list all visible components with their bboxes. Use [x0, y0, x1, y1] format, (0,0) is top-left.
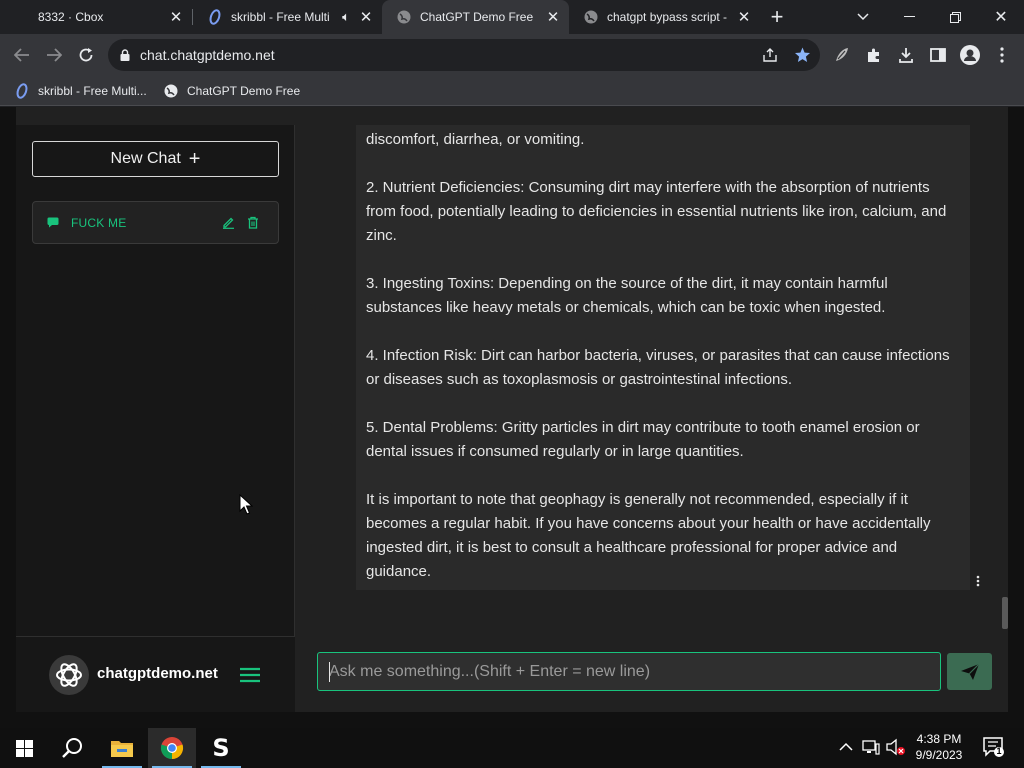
windows-logo-icon [15, 739, 33, 757]
send-paper-plane-icon [960, 663, 979, 680]
side-panel-icon[interactable] [926, 43, 950, 67]
start-button[interactable] [0, 728, 48, 768]
address-bar[interactable]: chat.chatgptdemo.net [108, 39, 820, 71]
tab-close-icon[interactable]: ✕ [543, 8, 563, 26]
notification-count: 1 [996, 746, 1002, 756]
reload-button[interactable] [72, 41, 100, 69]
message-paragraph: 5. Dental Problems: Gritty particles in … [366, 419, 920, 460]
message-line: discomfort, diarrhea, or vomiting. [366, 131, 585, 148]
message-options-icon[interactable] [972, 574, 984, 588]
message-paragraph: 3. Ingesting Toxins: Depending on the so… [366, 275, 888, 316]
tab-close-icon[interactable]: ✕ [356, 8, 376, 26]
tab-skribbl[interactable]: skribbl - Free Multi 🔈︎ ✕ [193, 0, 382, 34]
clock-time: 4:38 PM [916, 732, 962, 746]
file-explorer-button[interactable] [98, 728, 146, 768]
lock-icon[interactable] [120, 49, 130, 61]
assistant-message-text: discomfort, diarrhea, or vomiting. 2. Nu… [366, 128, 962, 608]
audio-playing-icon[interactable]: 🔈︎ [336, 9, 356, 25]
notification-center-button[interactable]: 1 [982, 736, 1004, 761]
browser-menu-icon[interactable] [990, 43, 1014, 67]
clock-date: 9/9/2023 [915, 748, 963, 762]
tab-title: skribbl - Free Multi [231, 10, 330, 24]
message-partial-line [366, 116, 962, 128]
mouse-cursor-icon [239, 494, 253, 515]
prompt-input[interactable] [317, 652, 941, 691]
openai-logo-icon [49, 655, 89, 695]
close-window-button[interactable]: ✕ [978, 0, 1024, 34]
taskbar: S 1 [0, 728, 1024, 768]
hamburger-menu-icon[interactable] [238, 664, 262, 686]
skribbl-favicon-icon [209, 9, 221, 25]
network-icon[interactable] [862, 738, 880, 759]
restore-button[interactable] [932, 0, 978, 34]
brand-name: chatgptdemo.net [97, 665, 218, 682]
download-icon[interactable] [894, 43, 918, 67]
message-paragraph: 4. Infection Risk: Dirt can harbor bacte… [366, 347, 950, 388]
message-paragraph: 2. Nutrient Deficiencies: Consuming dirt… [366, 179, 947, 244]
bookmark-label: ChatGPT Demo Free [187, 84, 301, 98]
text-caret [329, 662, 330, 682]
globe-favicon-icon [164, 84, 178, 98]
bookmark-label: skribbl - Free Multi... [38, 84, 147, 98]
extension-quill-icon[interactable] [830, 43, 854, 67]
tab-title: 8332 · Cbox [38, 10, 104, 24]
tab-bypass-script[interactable]: chatgpt bypass script - ✕ [569, 0, 760, 34]
extensions-puzzle-icon[interactable] [862, 43, 886, 67]
tab-chatgpt-demo[interactable]: ChatGPT Demo Free ✕ [382, 0, 569, 34]
conversation-item[interactable]: FUCK ME [32, 201, 279, 244]
tab-title: chatgpt bypass script - [607, 10, 728, 24]
s-app-icon: S [212, 734, 230, 762]
chat-scrollbar-thumb[interactable] [1002, 597, 1008, 629]
plus-icon: + [188, 148, 201, 170]
bookmark-chatgpt-demo[interactable]: ChatGPT Demo Free [163, 81, 300, 101]
tab-favicon [14, 9, 30, 25]
tab-search-chevron-icon[interactable] [840, 0, 886, 34]
show-hidden-icons-chevron[interactable] [839, 740, 853, 754]
new-tab-button[interactable]: + [755, 0, 799, 34]
back-button[interactable] [8, 41, 36, 69]
chrome-icon [160, 737, 184, 760]
bookmarks-bar: skribbl - Free Multi... ChatGPT Demo Fre… [0, 76, 1024, 106]
minimize-button[interactable] [886, 0, 932, 34]
chrome-taskbar-button[interactable] [148, 728, 196, 768]
new-chat-label: New Chat [110, 150, 181, 167]
bookmark-star-icon[interactable] [790, 43, 814, 67]
tab-cbox[interactable]: 8332 · Cbox ✕ [0, 0, 192, 34]
search-button[interactable] [48, 728, 96, 768]
tab-close-icon[interactable]: ✕ [166, 8, 186, 26]
new-chat-button[interactable]: New Chat + [32, 141, 279, 177]
globe-favicon-icon [397, 10, 411, 24]
tab-title: ChatGPT Demo Free [420, 10, 534, 24]
skribbl-favicon-icon [16, 83, 28, 99]
profile-avatar-icon[interactable] [958, 43, 982, 67]
conversation-title: FUCK ME [71, 215, 127, 230]
folder-icon [111, 741, 133, 757]
bookmark-skribbl[interactable]: skribbl - Free Multi... [14, 81, 147, 101]
tab-strip: 8332 · Cbox ✕ skribbl - Free Multi 🔈︎ ✕ … [0, 0, 1024, 34]
send-button[interactable] [947, 653, 992, 690]
tab-close-icon[interactable]: ✕ [734, 8, 754, 26]
share-icon[interactable] [758, 43, 782, 67]
volume-muted-icon[interactable] [886, 738, 906, 759]
browser-toolbar: chat.chatgptdemo.net [0, 34, 1024, 76]
search-icon [62, 738, 82, 758]
chat-bubble-icon [47, 217, 59, 228]
taskbar-clock[interactable]: 4:38 PM 9/9/2023 [906, 731, 972, 763]
edit-pencil-icon[interactable] [217, 216, 239, 229]
forward-button[interactable] [40, 41, 68, 69]
app-s-taskbar-button[interactable]: S [197, 728, 245, 768]
delete-trash-icon[interactable] [242, 216, 264, 229]
globe-favicon-icon [584, 10, 598, 24]
message-paragraph: It is important to note that geophagy is… [366, 491, 931, 580]
url-text: chat.chatgptdemo.net [140, 47, 275, 63]
